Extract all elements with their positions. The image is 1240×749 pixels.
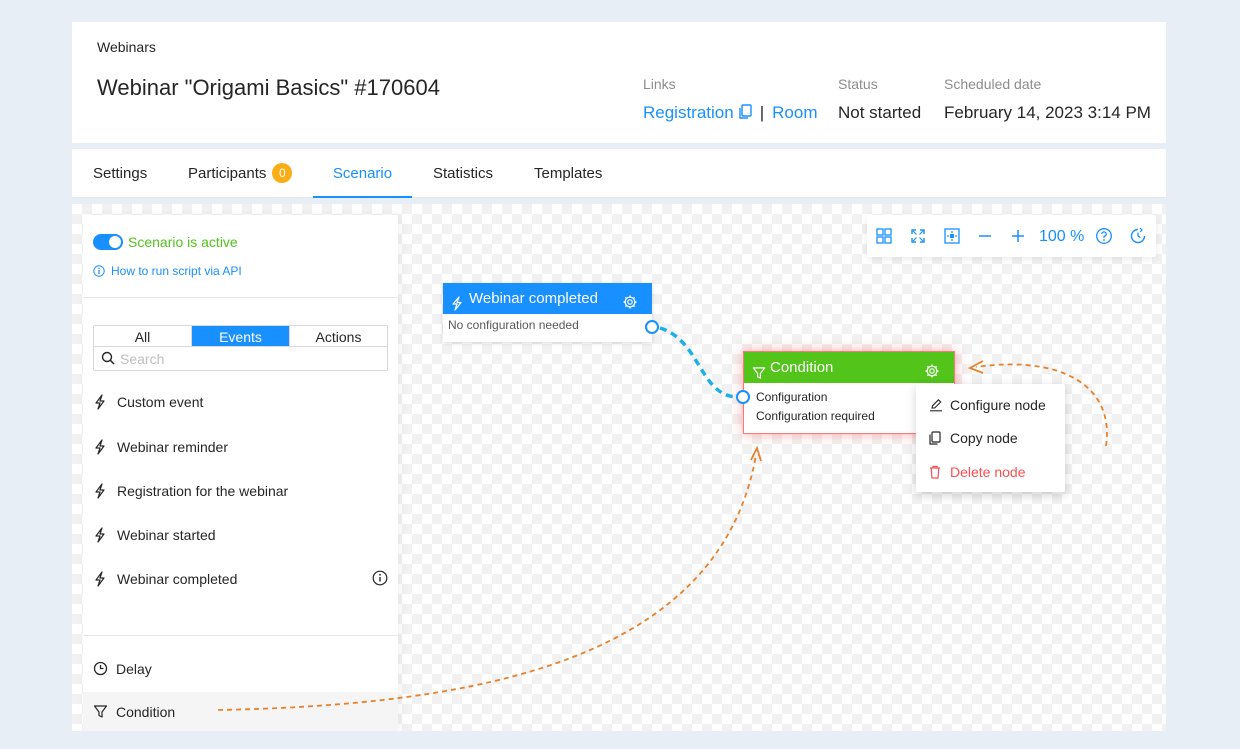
- link-separator: |: [759, 103, 765, 122]
- menu-item-label: Delete node: [950, 464, 1026, 480]
- links-label: Links: [643, 76, 676, 92]
- divider: [83, 635, 398, 636]
- edit-icon: [929, 398, 943, 415]
- filter-icon: [752, 360, 766, 391]
- date-column: Scheduled date February 14, 2023 3:14 PM: [944, 76, 1151, 123]
- zoom-level: 100 %: [1039, 228, 1085, 245]
- clock-icon: [93, 661, 108, 679]
- tab-templates-label: Templates: [534, 165, 603, 182]
- tab-participants-label: Participants: [188, 165, 267, 182]
- scenario-canvas[interactable]: Scenario is active How to run script via…: [72, 204, 1166, 731]
- search-icon: [101, 351, 115, 370]
- tab-templates[interactable]: Templates: [534, 149, 602, 198]
- gear-icon[interactable]: [622, 290, 638, 321]
- action-item-condition[interactable]: Condition: [83, 692, 398, 731]
- page-title: Webinar "Origami Basics" #170604: [97, 75, 440, 100]
- room-link[interactable]: Room: [772, 103, 817, 122]
- status-value: Not started: [838, 103, 922, 122]
- registration-link[interactable]: Registration: [643, 103, 734, 122]
- tab-participants[interactable]: Participants 0: [188, 149, 293, 198]
- copy-icon[interactable]: [738, 104, 752, 125]
- date-label: Scheduled date: [944, 76, 1042, 92]
- scenario-active-label: Scenario is active: [128, 234, 238, 250]
- tab-scenario[interactable]: Scenario: [313, 149, 412, 198]
- zoom-in-icon[interactable]: [1009, 227, 1027, 245]
- tab-statistics[interactable]: Statistics: [433, 149, 493, 198]
- lightning-icon: [93, 439, 107, 458]
- zoom-out-icon[interactable]: [976, 227, 994, 245]
- event-item-label: Registration for the webinar: [117, 483, 289, 499]
- node-title: Condition: [770, 359, 834, 376]
- filter-icon: [93, 704, 108, 722]
- grid-icon[interactable]: [875, 227, 893, 245]
- node-title: Webinar completed: [469, 290, 598, 307]
- node-context-menu: Configure node Copy node Delete node: [916, 384, 1065, 492]
- node-header[interactable]: Condition: [744, 352, 954, 383]
- menu-item-label: Copy node: [950, 430, 1018, 446]
- event-item-webinar-started[interactable]: Webinar started: [93, 524, 393, 548]
- node-webinar-completed[interactable]: Webinar completed No configuration neede…: [443, 283, 652, 342]
- tab-bar: Settings Participants 0 Scenario Statisti…: [72, 149, 1166, 198]
- menu-item-label: Configure node: [950, 397, 1046, 413]
- tab-scenario-label: Scenario: [332, 165, 393, 182]
- divider: [83, 297, 398, 298]
- status-column: Status Not started: [838, 76, 921, 123]
- action-item-delay[interactable]: Delay: [83, 649, 398, 689]
- event-item-label: Webinar completed: [117, 571, 238, 587]
- action-item-label: Condition: [116, 704, 176, 720]
- event-item-webinar-reminder[interactable]: Webinar reminder: [93, 436, 393, 460]
- node-config-label: Configuration: [756, 390, 828, 404]
- action-item-label: Delay: [116, 661, 152, 677]
- node-input-port[interactable]: [736, 390, 750, 404]
- lightning-icon: [93, 527, 107, 546]
- event-item-label: Webinar started: [117, 527, 216, 543]
- canvas-toolbar: 100 %: [867, 215, 1156, 257]
- links-value: Registration | Room: [643, 103, 818, 125]
- info-icon: [93, 265, 105, 280]
- links-column: Links Registration | Room: [643, 76, 818, 125]
- scenario-active-toggle[interactable]: [93, 234, 123, 250]
- date-value: February 14, 2023 3:14 PM: [944, 103, 1151, 122]
- search-input[interactable]: [120, 349, 380, 368]
- event-item-label: Webinar reminder: [117, 439, 229, 455]
- help-icon[interactable]: [1095, 227, 1113, 245]
- participants-count-badge: 0: [272, 163, 293, 183]
- status-label: Status: [838, 76, 878, 92]
- lightning-icon: [93, 571, 107, 590]
- page-header: Webinars Webinar "Origami Basics" #17060…: [72, 22, 1166, 143]
- event-item-webinar-completed[interactable]: Webinar completed: [93, 568, 393, 592]
- tab-settings-label: Settings: [93, 165, 148, 182]
- fullscreen-icon[interactable]: [909, 227, 927, 245]
- history-icon[interactable]: [1129, 227, 1147, 245]
- lightning-icon: [451, 291, 463, 322]
- trash-icon: [929, 465, 941, 482]
- lightning-icon: [93, 483, 107, 502]
- fit-icon[interactable]: [943, 227, 961, 245]
- info-icon[interactable]: [372, 570, 388, 591]
- tab-settings[interactable]: Settings: [93, 149, 147, 198]
- node-output-port[interactable]: [645, 320, 659, 334]
- node-header[interactable]: Webinar completed: [443, 283, 652, 314]
- breadcrumb[interactable]: Webinars: [97, 39, 156, 55]
- search-box: [93, 346, 388, 371]
- api-help-link[interactable]: How to run script via API: [93, 264, 242, 280]
- lightning-icon: [93, 394, 107, 413]
- tab-statistics-label: Statistics: [433, 165, 494, 182]
- event-item-custom-event[interactable]: Custom event: [93, 391, 393, 415]
- node-body: No configuration needed: [448, 318, 579, 332]
- copy-icon: [929, 431, 941, 448]
- event-item-registration[interactable]: Registration for the webinar: [93, 480, 393, 504]
- event-item-label: Custom event: [117, 394, 204, 410]
- api-help-label: How to run script via API: [111, 264, 242, 278]
- node-config-status: Configuration required: [756, 409, 875, 423]
- node-palette-panel: Scenario is active How to run script via…: [83, 215, 398, 731]
